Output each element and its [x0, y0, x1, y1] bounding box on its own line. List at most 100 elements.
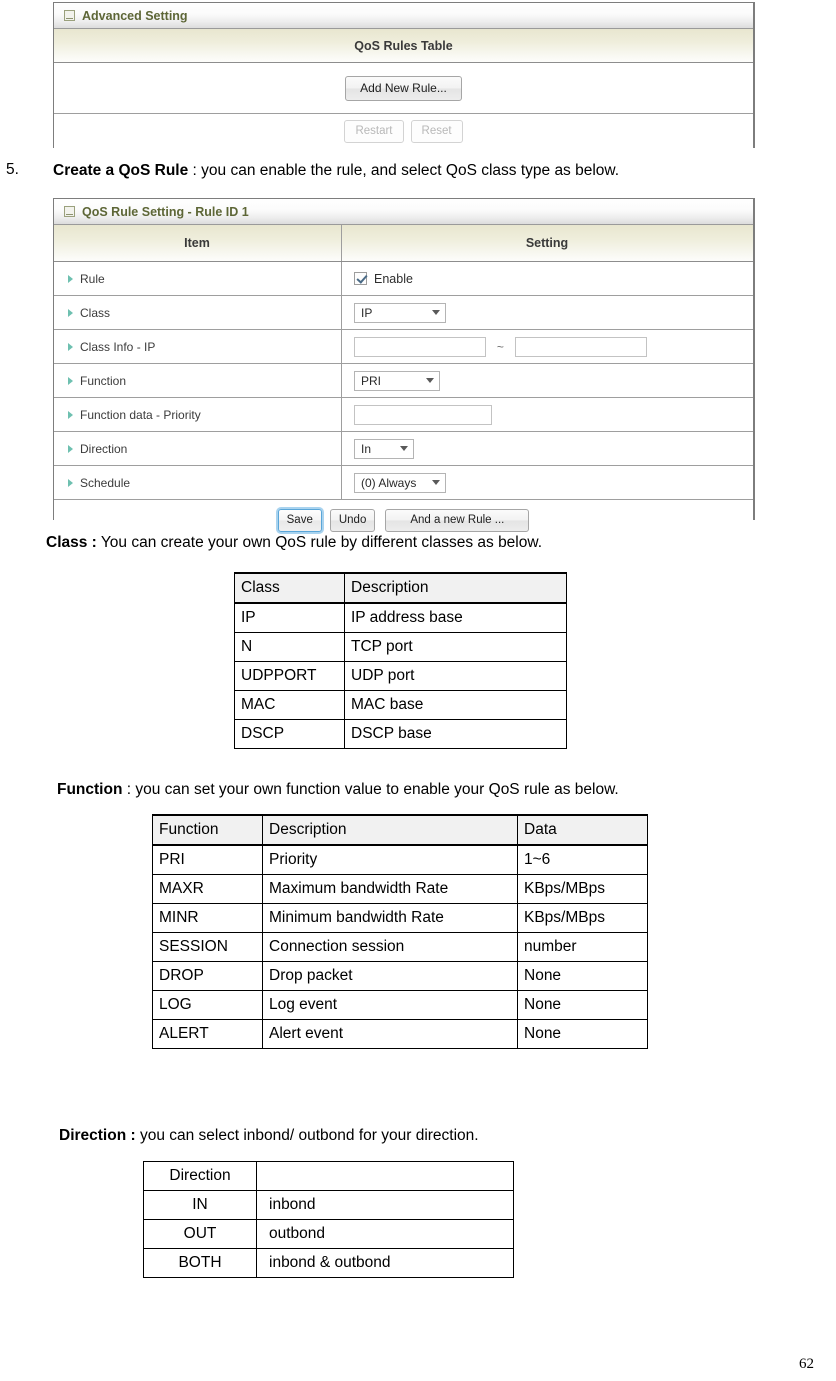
- table-header-row: Item Setting: [54, 225, 753, 262]
- collapse-box-icon[interactable]: [64, 206, 75, 217]
- table-row: DSCP DSCP base: [234, 719, 567, 749]
- qos-rule-setting-title: QoS Rule Setting - Rule ID 1: [82, 204, 249, 219]
- label-class-info: Class Info - IP: [54, 329, 342, 364]
- function-th-description: Description: [262, 814, 518, 846]
- function-cell-desc: Log event: [262, 990, 518, 1020]
- table-row-function-data: Function data - Priority: [54, 397, 753, 432]
- class-section-text: Class : You can create your own QoS rule…: [46, 533, 542, 553]
- class-cell-name: MAC: [234, 690, 345, 720]
- label-function: Function: [54, 363, 342, 398]
- save-button[interactable]: Save: [277, 508, 322, 532]
- table-row: IP IP address base: [234, 602, 567, 633]
- function-cell-name: ALERT: [152, 1019, 263, 1049]
- class-info-start-input[interactable]: [354, 336, 486, 357]
- class-table: Class Description IP IP address base N T…: [234, 572, 567, 749]
- direction-cell-desc: inbond: [256, 1190, 514, 1220]
- table-row: UDPPORT UDP port: [234, 661, 567, 691]
- table-row-rule: Rule Enable: [54, 261, 753, 296]
- collapse-box-icon[interactable]: [64, 10, 75, 21]
- step5-bold: Create a QoS Rule: [53, 162, 189, 179]
- class-bold: Class :: [46, 534, 97, 551]
- range-separator: ~: [496, 339, 504, 354]
- function-cell-name: PRI: [152, 844, 263, 875]
- function-bold: Function: [57, 781, 123, 798]
- rule-enable-label: Enable: [374, 271, 413, 286]
- add-new-rule-row: Add New Rule...: [54, 63, 753, 114]
- direction-select[interactable]: In: [354, 438, 414, 459]
- qos-rules-table-panel: Advanced Setting QoS Rules Table Add New…: [53, 2, 755, 149]
- function-rest: : you can set your own function value to…: [122, 781, 619, 798]
- function-table-header-row: Function Description Data: [152, 814, 648, 846]
- label-rule: Rule: [54, 261, 342, 296]
- step5-text: Create a QoS Rule : you can enable the r…: [53, 161, 619, 181]
- class-cell-name: DSCP: [234, 719, 345, 749]
- function-cell-data: None: [517, 1019, 648, 1049]
- function-cell-desc: Drop packet: [262, 961, 518, 991]
- restart-reset-row: Restart Reset: [54, 114, 753, 149]
- table-row-function: Function PRI: [54, 363, 753, 398]
- direction-bold: Direction :: [59, 1127, 136, 1144]
- function-cell-data: KBps/MBps: [517, 903, 648, 933]
- function-th-data: Data: [517, 814, 648, 846]
- table-row: OUT outbond: [143, 1219, 514, 1249]
- direction-th-blank: [256, 1161, 514, 1191]
- rule-enable-checkbox[interactable]: [354, 272, 367, 286]
- function-cell-name: SESSION: [152, 932, 263, 962]
- schedule-select[interactable]: (0) Always: [354, 472, 446, 493]
- bullet-arrow-icon: [68, 478, 73, 487]
- function-th-function: Function: [152, 814, 263, 846]
- class-info-end-input[interactable]: [514, 336, 647, 357]
- bullet-arrow-icon: [68, 410, 73, 419]
- class-cell-name: IP: [234, 602, 345, 633]
- function-data-priority-input[interactable]: [354, 404, 492, 425]
- class-cell-desc: MAC base: [344, 690, 567, 720]
- table-row: ALERT Alert event None: [152, 1019, 648, 1049]
- class-table-header-row: Class Description: [234, 572, 567, 604]
- function-cell-data: KBps/MBps: [517, 874, 648, 904]
- direction-cell-name: IN: [143, 1190, 257, 1220]
- step-number: 5.: [6, 161, 19, 178]
- table-row: LOG Log event None: [152, 990, 648, 1020]
- table-row: MAC MAC base: [234, 690, 567, 720]
- qos-rule-setting-header: QoS Rule Setting - Rule ID 1: [54, 199, 753, 225]
- row-label: Rule: [80, 271, 105, 286]
- class-cell-desc: TCP port: [344, 632, 567, 662]
- class-cell-name: N: [234, 632, 345, 662]
- function-cell-desc: Connection session: [262, 932, 518, 962]
- class-cell-desc: IP address base: [344, 602, 567, 633]
- chevron-down-icon: [426, 378, 434, 383]
- and-a-new-rule-button[interactable]: And a new Rule ...: [385, 508, 530, 532]
- class-select[interactable]: IP: [354, 302, 446, 323]
- direction-rest: you can select inbond/ outbond for your …: [135, 1127, 479, 1144]
- row-label: Schedule: [80, 475, 131, 490]
- setting-class-info: ~: [341, 329, 753, 364]
- function-cell-desc: Minimum bandwidth Rate: [262, 903, 518, 933]
- direction-cell-desc: inbond & outbond: [256, 1248, 514, 1278]
- function-table: Function Description Data PRI Priority 1…: [152, 814, 648, 1049]
- direction-cell-name: OUT: [143, 1219, 257, 1249]
- direction-table: Direction IN inbond OUT outbond BOTH inb…: [143, 1161, 514, 1278]
- bullet-arrow-icon: [68, 342, 73, 351]
- header-item: Item: [54, 225, 342, 262]
- setting-class: IP: [341, 295, 753, 330]
- qos-rule-setting-panel: QoS Rule Setting - Rule ID 1 Item Settin…: [53, 198, 755, 540]
- header-setting: Setting: [341, 225, 753, 262]
- row-label: Class Info - IP: [80, 339, 156, 354]
- function-select[interactable]: PRI: [354, 370, 440, 391]
- reset-button[interactable]: Reset: [410, 120, 463, 143]
- label-function-data: Function data - Priority: [54, 397, 342, 432]
- rule-setting-table: Item Setting Rule Enable Class IP Class …: [54, 225, 753, 500]
- table-row-direction: Direction In: [54, 431, 753, 466]
- function-cell-name: MAXR: [152, 874, 263, 904]
- table-row: DROP Drop packet None: [152, 961, 648, 991]
- advanced-setting-title: Advanced Setting: [82, 8, 188, 23]
- row-label: Class: [80, 305, 111, 320]
- restart-button[interactable]: Restart: [344, 120, 404, 143]
- setting-function: PRI: [341, 363, 753, 398]
- undo-button[interactable]: Undo: [329, 508, 376, 532]
- table-row: N TCP port: [234, 632, 567, 662]
- add-new-rule-button[interactable]: Add New Rule...: [345, 75, 462, 101]
- function-cell-name: DROP: [152, 961, 263, 991]
- function-cell-desc: Priority: [262, 844, 518, 875]
- function-cell-desc: Alert event: [262, 1019, 518, 1049]
